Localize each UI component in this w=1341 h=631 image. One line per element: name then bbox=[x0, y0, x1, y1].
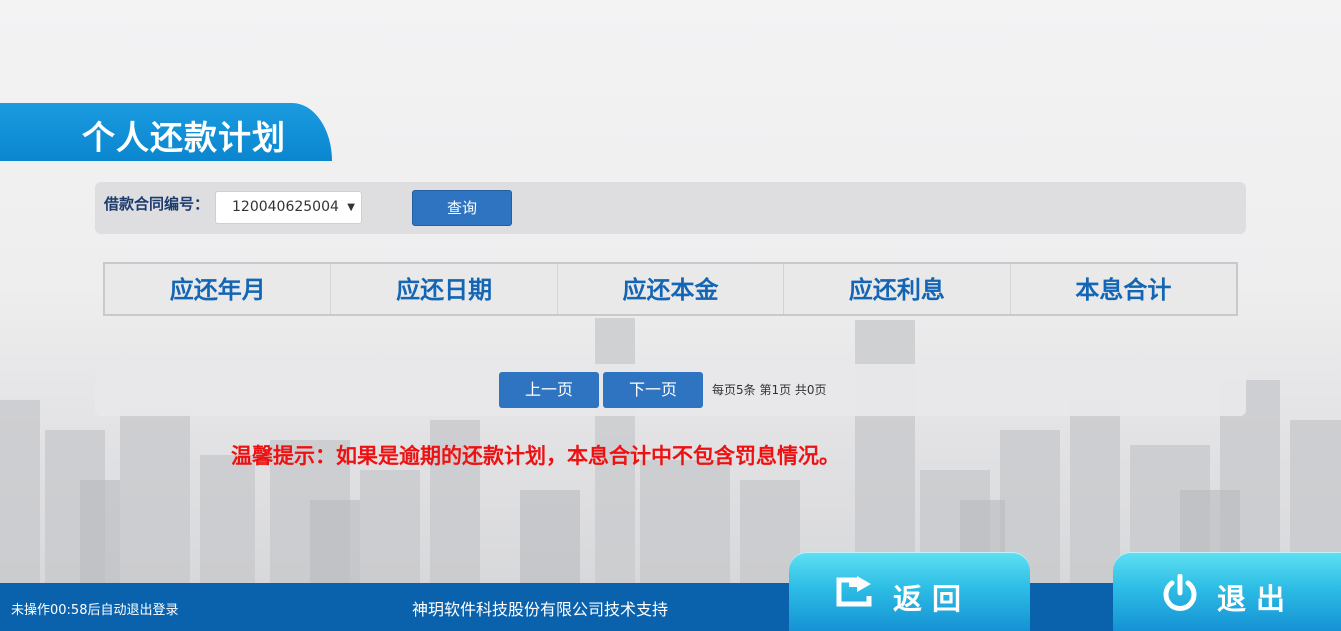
column-header-principal: 应还本金 bbox=[558, 264, 785, 314]
notice-text: 温馨提示：如果是逾期的还款计划，本息合计中不包含罚息情况。 bbox=[231, 444, 840, 468]
column-header-due-date: 应还日期 bbox=[331, 264, 558, 314]
contract-number-value: 120040625004 bbox=[232, 199, 339, 215]
prev-page-button[interactable]: 上一页 bbox=[499, 372, 599, 408]
idle-timeout-text: 未操作00:58后自动退出登录 bbox=[11, 603, 179, 618]
page-title: 个人还款计划 bbox=[82, 118, 286, 157]
exit-button-label: 退出 bbox=[1217, 582, 1296, 616]
exit-button[interactable]: 退出 bbox=[1113, 552, 1341, 631]
power-icon bbox=[1163, 574, 1197, 611]
repayment-table: 应还年月 应还日期 应还本金 应还利息 本息合计 bbox=[103, 262, 1238, 316]
contract-number-select[interactable]: 120040625004 ▼ bbox=[215, 191, 362, 224]
column-header-total: 本息合计 bbox=[1075, 276, 1172, 304]
query-button[interactable]: 查询 bbox=[412, 190, 512, 226]
next-page-button[interactable]: 下一页 bbox=[603, 372, 703, 408]
contract-number-label: 借款合同编号： bbox=[104, 195, 210, 213]
column-header-interest: 应还利息 bbox=[784, 264, 1011, 314]
column-header-year-month: 应还年月 bbox=[105, 264, 332, 314]
pager-info: 每页5条 第1页 共0页 bbox=[712, 383, 827, 397]
chevron-down-icon: ▼ bbox=[347, 202, 355, 213]
table-header: 应还年月 应还日期 应还本金 应还利息 本息合计 bbox=[105, 264, 1236, 314]
tech-support-text: 神玥软件科技股份有限公司技术支持 bbox=[412, 600, 669, 619]
back-button[interactable]: 返回 bbox=[789, 552, 1030, 631]
back-button-label: 返回 bbox=[893, 582, 972, 616]
return-arrow-icon bbox=[836, 576, 872, 607]
